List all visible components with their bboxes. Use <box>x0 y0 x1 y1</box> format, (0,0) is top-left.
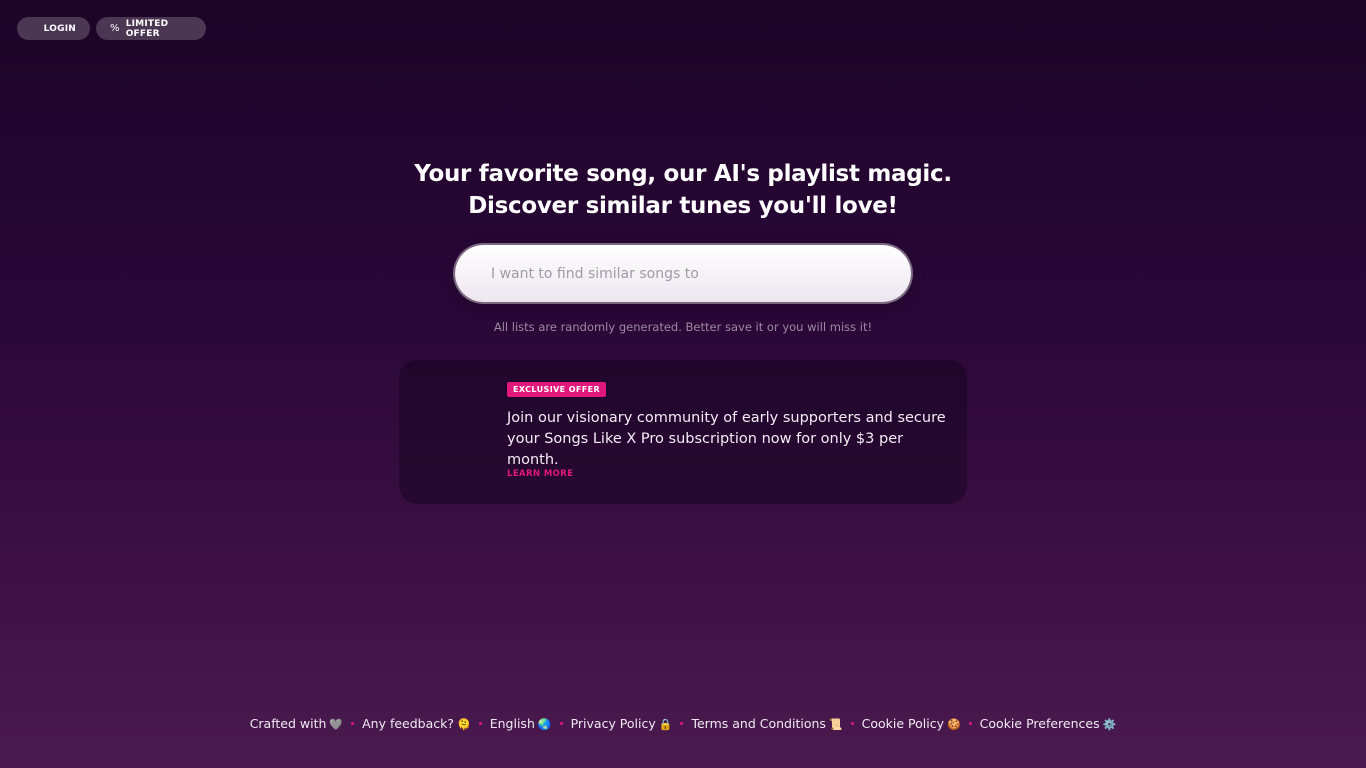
footer-terms-label: Terms and Conditions <box>691 716 826 731</box>
footer-language-link[interactable]: English 🌏 <box>490 716 552 731</box>
footer-feedback-link[interactable]: Any feedback? 🫠 <box>362 716 471 731</box>
footer-separator <box>850 722 854 725</box>
gear-icon: ⚙️ <box>1102 718 1117 731</box>
hero: Your favorite song, our AI's playlist ma… <box>0 158 1366 222</box>
hero-title-line2: Discover similar tunes you'll love! <box>468 193 898 219</box>
footer-separator <box>968 722 972 725</box>
footer-privacy-link[interactable]: Privacy Policy 🔒 <box>571 716 673 731</box>
limited-offer-button[interactable]: % LIMITED OFFER <box>96 17 206 40</box>
limited-offer-label: LIMITED OFFER <box>125 18 169 39</box>
heart-icon: 🩶 <box>329 718 344 731</box>
footer-cookie-preferences-link[interactable]: Cookie Preferences ⚙️ <box>980 716 1117 731</box>
footer-terms-link[interactable]: Terms and Conditions 📜 <box>691 716 842 731</box>
cookie-icon: 🍪 <box>946 718 961 731</box>
learn-more-link[interactable]: LEARN MORE <box>507 469 573 479</box>
lock-icon: 🔒 <box>658 718 673 731</box>
footer-crafted: Crafted with 🩶 <box>250 716 343 731</box>
exclusive-offer-badge: EXCLUSIVE OFFER <box>507 382 607 397</box>
footer-cookie-policy-link[interactable]: Cookie Policy 🍪 <box>862 716 961 731</box>
exclusive-offer-card: EXCLUSIVE OFFER Join our visionary commu… <box>399 360 967 504</box>
footer-separator <box>351 722 355 725</box>
song-search-input[interactable] <box>455 245 911 302</box>
globe-icon: 🌏 <box>537 718 552 731</box>
footer-separator <box>680 722 684 725</box>
offer-description: Join our visionary community of early su… <box>507 410 946 468</box>
login-label: LOGIN <box>43 23 76 34</box>
random-lists-note: All lists are randomly generated. Better… <box>493 320 873 334</box>
footer-cookie-preferences-label: Cookie Preferences <box>979 716 1100 731</box>
footer-feedback-label: Any feedback? <box>362 716 455 731</box>
melting-face-icon: 🫠 <box>457 718 471 731</box>
login-button[interactable]: LOGIN <box>17 17 90 40</box>
search-box <box>455 245 911 302</box>
footer-separator <box>559 722 563 725</box>
hero-title: Your favorite song, our AI's playlist ma… <box>0 158 1366 222</box>
footer-cookie-policy-label: Cookie Policy <box>861 716 944 731</box>
hero-title-line1: Your favorite song, our AI's playlist ma… <box>414 161 952 187</box>
footer-separator <box>478 722 482 725</box>
top-nav: LOGIN % LIMITED OFFER <box>17 17 206 40</box>
footer: Crafted with 🩶 Any feedback? 🫠 English 🌏 Pr… <box>0 716 1366 731</box>
footer-language-label: English <box>489 716 535 731</box>
footer-crafted-label: Crafted with <box>249 716 327 731</box>
percent-icon: % <box>110 23 120 34</box>
scroll-icon: 📜 <box>828 718 843 731</box>
footer-privacy-label: Privacy Policy <box>570 716 656 731</box>
